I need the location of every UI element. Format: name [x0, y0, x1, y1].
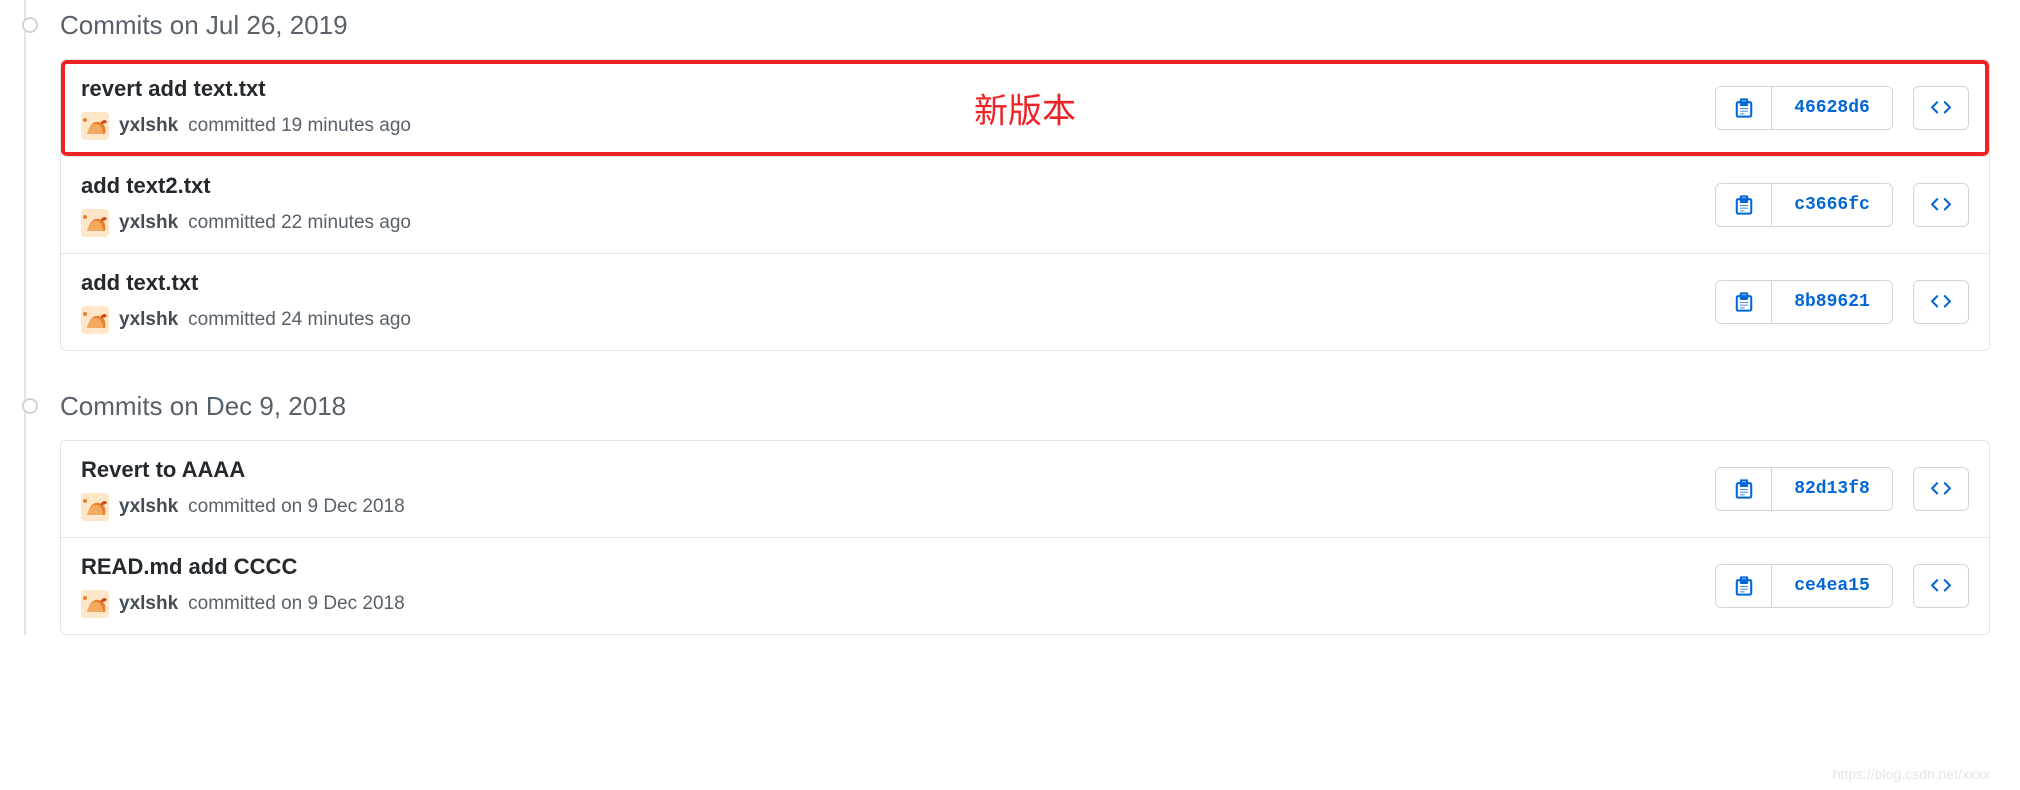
date-group: Commits on Jul 26, 2019 revert add text.…	[6, 0, 2020, 351]
commit-time: committed 22 minutes ago	[188, 212, 411, 234]
clipboard-icon	[1733, 575, 1755, 597]
date-group: Commits on Dec 9, 2018 Revert to AAAA yx…	[6, 381, 2020, 635]
avatar[interactable]	[81, 590, 109, 618]
clipboard-icon	[1733, 291, 1755, 313]
sha-link[interactable]: 8b89621	[1772, 281, 1892, 323]
browse-repo-button[interactable]	[1913, 564, 1969, 608]
sha-link[interactable]: 46628d6	[1772, 87, 1892, 129]
commit-meta: yxlshk committed 24 minutes ago	[81, 306, 1715, 334]
commit-title-link[interactable]: add text2.txt	[81, 173, 1715, 199]
clipboard-icon	[1733, 478, 1755, 500]
sha-link[interactable]: 82d13f8	[1772, 468, 1892, 510]
commit-actions: c3666fc	[1715, 183, 1969, 227]
commit-meta: yxlshk committed 22 minutes ago	[81, 209, 1715, 237]
code-icon	[1930, 291, 1952, 313]
commit-title-link[interactable]: Revert to AAAA	[81, 457, 1715, 483]
commit-title-link[interactable]: READ.md add CCCC	[81, 554, 1715, 580]
commit-title-link[interactable]: add text.txt	[81, 270, 1715, 296]
avatar[interactable]	[81, 306, 109, 334]
commit-time: committed 19 minutes ago	[188, 115, 411, 137]
commit-body: add text2.txt yxlshk committed 22 minute…	[81, 173, 1715, 237]
author-link[interactable]: yxlshk	[119, 309, 178, 331]
commits-timeline: Commits on Jul 26, 2019 revert add text.…	[0, 0, 2020, 635]
author-link[interactable]: yxlshk	[119, 115, 178, 137]
sha-link[interactable]: c3666fc	[1772, 184, 1892, 226]
commit-time: committed on 9 Dec 2018	[188, 593, 405, 615]
commit-body: READ.md add CCCC yxlshk committed on 9 D…	[81, 554, 1715, 618]
commit-body: revert add text.txt yxlshk committed 19 …	[81, 76, 1715, 140]
sha-button-group: c3666fc	[1715, 183, 1893, 227]
clipboard-icon	[1733, 194, 1755, 216]
commit-row: revert add text.txt yxlshk committed 19 …	[61, 60, 1989, 157]
clipboard-icon	[1733, 97, 1755, 119]
browse-repo-button[interactable]	[1913, 183, 1969, 227]
code-icon	[1930, 575, 1952, 597]
copy-sha-button[interactable]	[1716, 468, 1772, 510]
author-link[interactable]: yxlshk	[119, 496, 178, 518]
timeline-marker-icon	[22, 17, 38, 33]
commit-time: committed 24 minutes ago	[188, 309, 411, 331]
commit-row: Revert to AAAA yxlshk committed on 9 Dec…	[61, 441, 1989, 538]
browse-repo-button[interactable]	[1913, 280, 1969, 324]
commit-time: committed on 9 Dec 2018	[188, 496, 405, 518]
commit-actions: ce4ea15	[1715, 564, 1969, 608]
avatar[interactable]	[81, 493, 109, 521]
author-link[interactable]: yxlshk	[119, 593, 178, 615]
commit-actions: 8b89621	[1715, 280, 1969, 324]
copy-sha-button[interactable]	[1716, 565, 1772, 607]
commit-meta: yxlshk committed 19 minutes ago	[81, 112, 1715, 140]
code-icon	[1930, 478, 1952, 500]
commit-row: add text2.txt yxlshk committed 22 minute…	[61, 157, 1989, 254]
commit-row: add text.txt yxlshk committed 24 minutes…	[61, 254, 1989, 350]
sha-button-group: ce4ea15	[1715, 564, 1893, 608]
code-icon	[1930, 97, 1952, 119]
commit-actions: 46628d6	[1715, 86, 1969, 130]
commit-list: Revert to AAAA yxlshk committed on 9 Dec…	[60, 440, 1990, 635]
date-header: Commits on Dec 9, 2018	[60, 387, 2020, 422]
commit-meta: yxlshk committed on 9 Dec 2018	[81, 493, 1715, 521]
commit-body: Revert to AAAA yxlshk committed on 9 Dec…	[81, 457, 1715, 521]
code-icon	[1930, 194, 1952, 216]
timeline-marker-icon	[22, 398, 38, 414]
sha-button-group: 82d13f8	[1715, 467, 1893, 511]
commit-body: add text.txt yxlshk committed 24 minutes…	[81, 270, 1715, 334]
author-link[interactable]: yxlshk	[119, 212, 178, 234]
commit-title-link[interactable]: revert add text.txt	[81, 76, 1715, 102]
date-header: Commits on Jul 26, 2019	[60, 6, 2020, 41]
avatar[interactable]	[81, 209, 109, 237]
commit-meta: yxlshk committed on 9 Dec 2018	[81, 590, 1715, 618]
copy-sha-button[interactable]	[1716, 87, 1772, 129]
copy-sha-button[interactable]	[1716, 184, 1772, 226]
sha-button-group: 46628d6	[1715, 86, 1893, 130]
avatar[interactable]	[81, 112, 109, 140]
browse-repo-button[interactable]	[1913, 467, 1969, 511]
sha-button-group: 8b89621	[1715, 280, 1893, 324]
watermark: https://blog.csdn.net/xxxx	[1833, 766, 1990, 782]
commit-row: READ.md add CCCC yxlshk committed on 9 D…	[61, 538, 1989, 634]
commit-actions: 82d13f8	[1715, 467, 1969, 511]
browse-repo-button[interactable]	[1913, 86, 1969, 130]
copy-sha-button[interactable]	[1716, 281, 1772, 323]
sha-link[interactable]: ce4ea15	[1772, 565, 1892, 607]
commit-list: revert add text.txt yxlshk committed 19 …	[60, 59, 1990, 351]
